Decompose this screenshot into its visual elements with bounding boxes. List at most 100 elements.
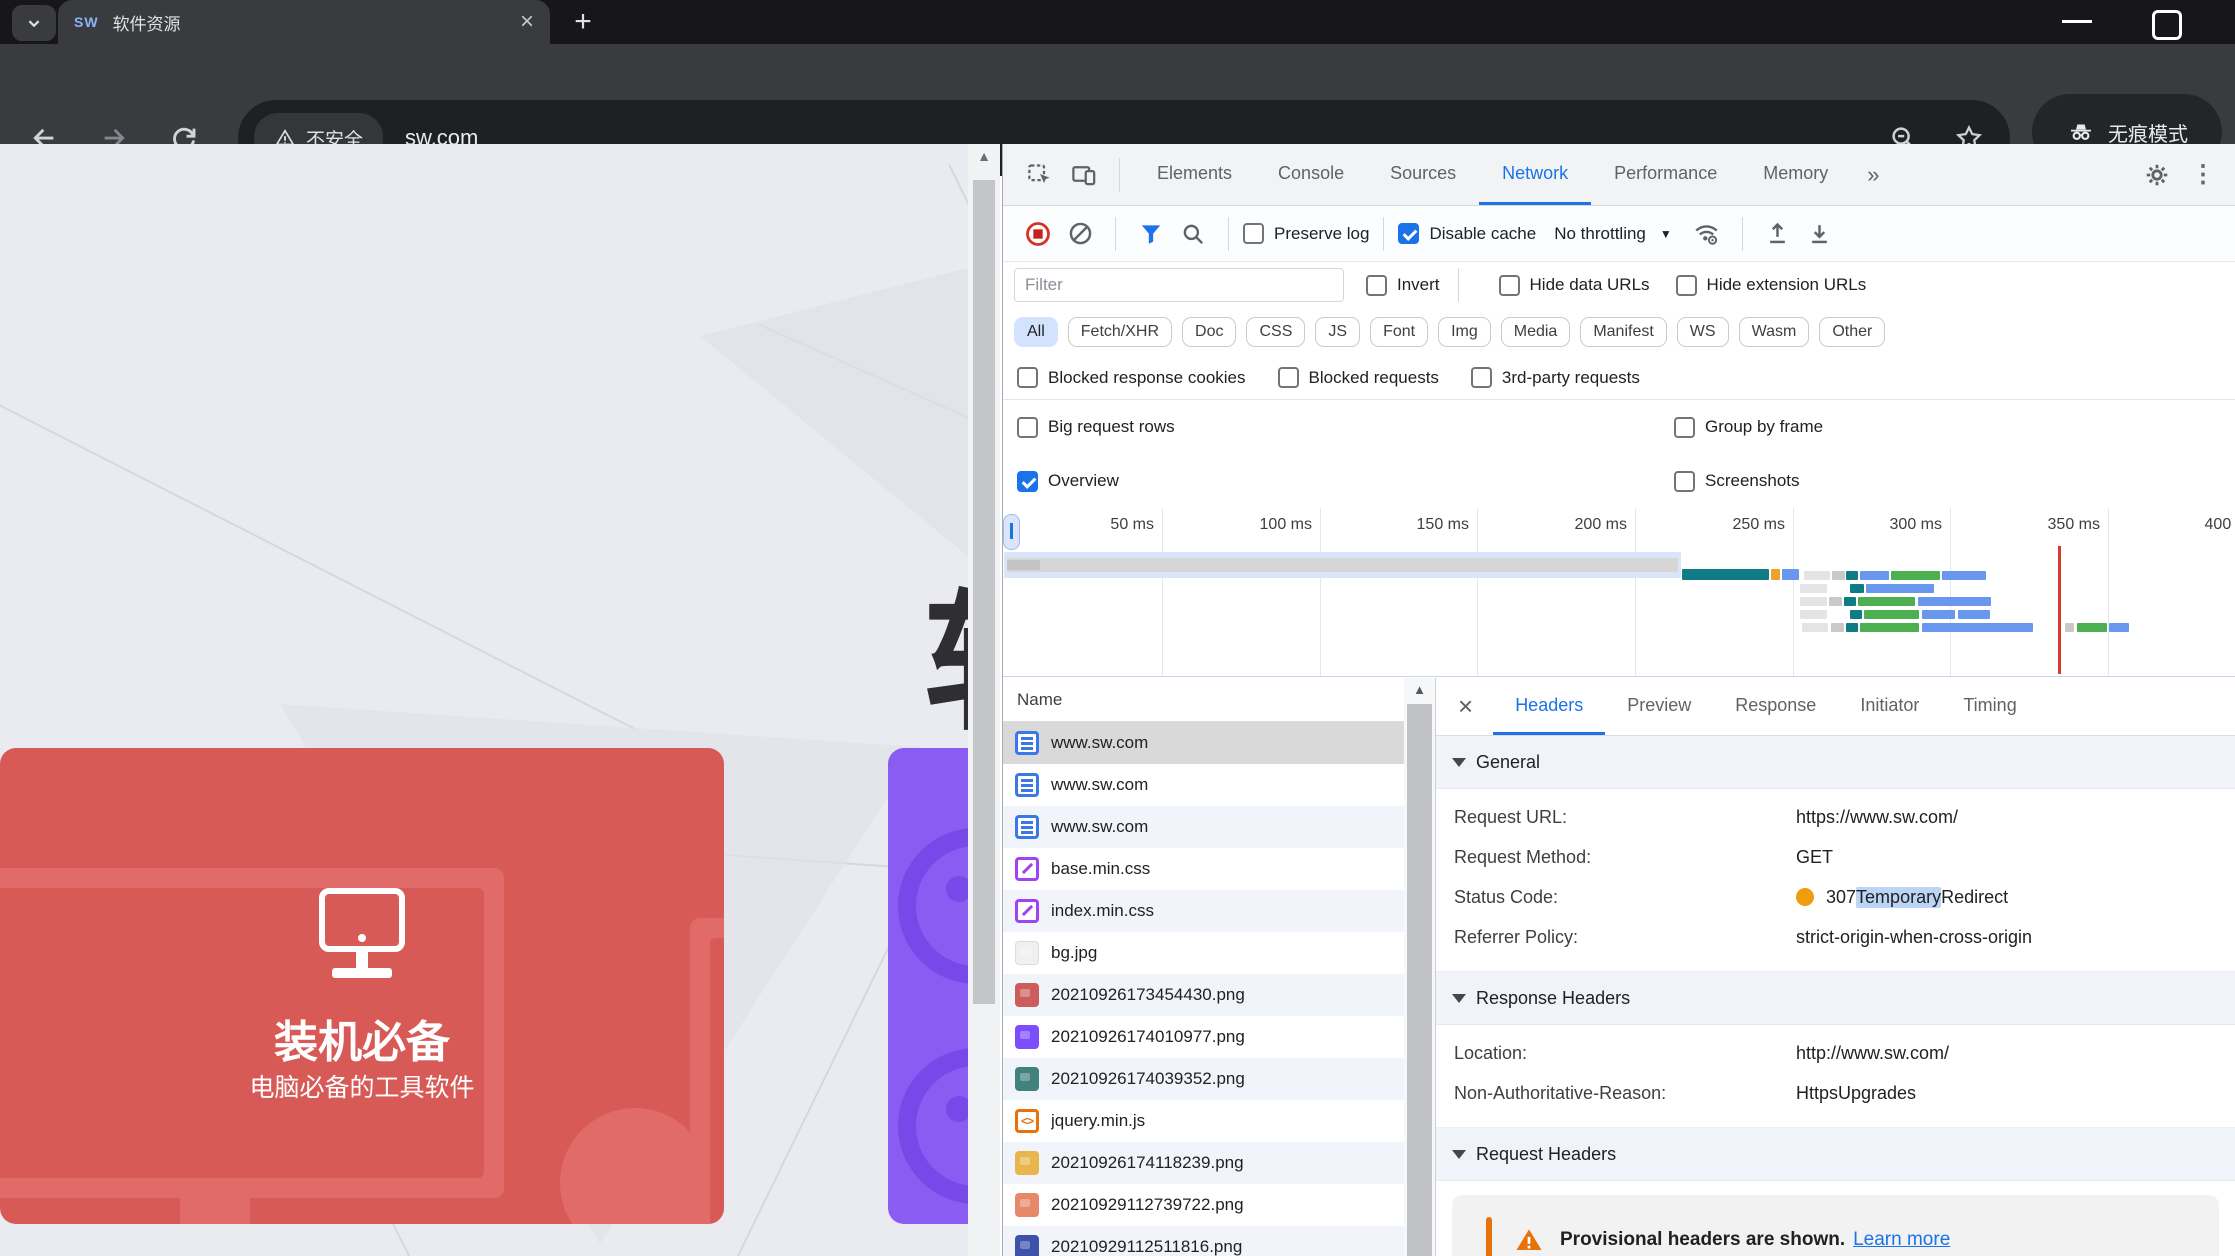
clear-network-log-button[interactable] <box>1059 220 1101 247</box>
request-row[interactable]: www.sw.com <box>1003 806 1404 848</box>
section-header-request-headers[interactable]: Request Headers <box>1436 1128 2235 1181</box>
window-maximize-button[interactable] <box>2152 10 2182 40</box>
details-tab-headers[interactable]: Headers <box>1493 678 1606 735</box>
filter-chip-doc[interactable]: Doc <box>1182 317 1237 347</box>
page-scrollbar[interactable]: ▲ <box>968 144 1000 1256</box>
filter-chip-media[interactable]: Media <box>1500 317 1571 347</box>
blocked-response-cookies-checkbox[interactable] <box>1017 367 1038 388</box>
details-tab-initiator[interactable]: Initiator <box>1838 678 1941 735</box>
request-row[interactable]: index.min.css <box>1003 890 1404 932</box>
name-column-header[interactable]: Name <box>1003 678 1404 722</box>
big-request-rows-checkbox[interactable] <box>1017 416 1038 438</box>
request-row[interactable]: bg.jpg <box>1003 932 1404 974</box>
request-name: 20210929112739722.png <box>1051 1195 1244 1214</box>
scroll-up-arrow-icon[interactable]: ▲ <box>968 148 1000 164</box>
gridline <box>1950 508 1951 676</box>
disable-cache-label[interactable]: Disable cache <box>1429 224 1536 244</box>
network-conditions-button[interactable] <box>1686 219 1728 248</box>
hide-data-urls-label[interactable]: Hide data URLs <box>1530 275 1650 295</box>
section-header-response-headers[interactable]: Response Headers <box>1436 972 2235 1025</box>
hide-extension-urls-checkbox[interactable] <box>1675 274 1697 296</box>
preserve-log-checkbox[interactable] <box>1243 223 1264 244</box>
export-har-button[interactable] <box>1799 220 1841 247</box>
screenshots-label[interactable]: Screenshots <box>1705 471 1800 491</box>
device-toolbar-button[interactable] <box>1061 144 1105 205</box>
screenshots-checkbox[interactable] <box>1674 470 1695 492</box>
filter-chip-img[interactable]: Img <box>1438 317 1491 347</box>
request-list-scrollbar-thumb[interactable] <box>1407 704 1432 1256</box>
filter-chip-fetch-xhr[interactable]: Fetch/XHR <box>1067 317 1173 347</box>
request-row[interactable]: 20210929112739722.png <box>1003 1184 1404 1226</box>
filter-chip-ws[interactable]: WS <box>1676 317 1729 347</box>
scroll-up-arrow-icon[interactable]: ▲ <box>1404 682 1435 697</box>
big-request-rows-label[interactable]: Big request rows <box>1048 417 1175 437</box>
new-tab-button[interactable]: + <box>566 5 600 38</box>
request-row[interactable]: www.sw.com <box>1003 722 1404 764</box>
request-row[interactable]: 20210926174039352.png <box>1003 1058 1404 1100</box>
network-search-button[interactable] <box>1172 221 1214 247</box>
software-card-red[interactable]: 装机必备 电脑必备的工具软件 <box>0 748 724 1224</box>
devtools-tab-performance[interactable]: Performance <box>1591 144 1740 205</box>
devtools-tab-network[interactable]: Network <box>1479 144 1592 205</box>
devtools-tab-sources[interactable]: Sources <box>1367 144 1479 205</box>
preserve-log-label[interactable]: Preserve log <box>1274 224 1369 244</box>
more-tabs-button[interactable]: » <box>1851 144 1895 205</box>
request-row[interactable]: jquery.min.js <box>1003 1100 1404 1142</box>
request-row[interactable]: 20210929112511816.png <box>1003 1226 1404 1256</box>
filter-chip-css[interactable]: CSS <box>1246 317 1306 347</box>
tab-search-button[interactable] <box>12 5 56 41</box>
divider <box>1115 216 1116 251</box>
throttling-dropdown[interactable]: No throttling ▼ <box>1554 224 1672 244</box>
invert-label[interactable]: Invert <box>1397 275 1440 295</box>
overview-checkbox[interactable] <box>1017 470 1038 492</box>
network-overview-strip[interactable]: 50 ms 100 ms 150 ms 200 ms 250 ms 300 ms 350 m… <box>1003 508 2235 677</box>
page-scrollbar-thumb[interactable] <box>973 180 995 1004</box>
invert-checkbox[interactable] <box>1366 274 1387 296</box>
filter-toggle-button[interactable] <box>1130 221 1172 247</box>
filter-chip-font[interactable]: Font <box>1370 317 1429 347</box>
blocked-option-label[interactable]: 3rd-party requests <box>1502 368 1640 388</box>
kebab-menu-icon[interactable]: ⋮ <box>2183 144 2235 205</box>
group-by-frame-label[interactable]: Group by frame <box>1705 417 1823 437</box>
group-by-frame-checkbox[interactable] <box>1674 416 1695 438</box>
disable-cache-checkbox[interactable] <box>1398 223 1420 244</box>
details-tab-response[interactable]: Response <box>1713 678 1838 735</box>
request-row[interactable]: 20210926174010977.png <box>1003 1016 1404 1058</box>
import-har-button[interactable] <box>1757 220 1799 247</box>
request-row[interactable]: 20210926173454430.png <box>1003 974 1404 1016</box>
browser-tab[interactable]: SW 软件资源 × <box>58 0 550 44</box>
hide-extension-urls-label[interactable]: Hide extension URLs <box>1707 275 1867 295</box>
devtools-tab-memory[interactable]: Memory <box>1740 144 1851 205</box>
devtools-tab-console[interactable]: Console <box>1255 144 1367 205</box>
software-card-purple[interactable] <box>888 748 968 1224</box>
blocked-option-label[interactable]: Blocked response cookies <box>1048 368 1246 388</box>
hide-data-urls-checkbox[interactable] <box>1498 274 1520 296</box>
close-details-icon[interactable]: × <box>1436 678 1493 735</box>
filter-chip-all[interactable]: All <box>1014 317 1058 347</box>
devtools-tab-elements[interactable]: Elements <box>1134 144 1255 205</box>
filter-chip-js[interactable]: JS <box>1315 317 1361 347</box>
filter-chip-manifest[interactable]: Manifest <box>1580 317 1667 347</box>
filter-chip-other[interactable]: Other <box>1819 317 1886 347</box>
3rd-party-requests-checkbox[interactable] <box>1470 367 1492 388</box>
filter-input[interactable] <box>1014 268 1344 302</box>
blocked-option-label[interactable]: Blocked requests <box>1309 368 1439 388</box>
overview-label[interactable]: Overview <box>1048 471 1119 491</box>
details-tab-preview[interactable]: Preview <box>1605 678 1713 735</box>
tab-close-icon[interactable]: × <box>520 10 534 34</box>
request-row[interactable]: 20210926174118239.png <box>1003 1142 1404 1184</box>
request-row[interactable]: base.min.css <box>1003 848 1404 890</box>
details-tab-timing[interactable]: Timing <box>1941 678 2038 735</box>
request-row[interactable]: www.sw.com <box>1003 764 1404 806</box>
filter-chip-wasm[interactable]: Wasm <box>1738 317 1810 347</box>
inspect-element-button[interactable] <box>1017 144 1061 205</box>
settings-button[interactable] <box>2131 144 2183 205</box>
learn-more-link[interactable]: Learn more <box>1853 1229 1950 1250</box>
request-list-scrollbar[interactable]: ▲ <box>1404 678 1435 1256</box>
window-minimize-button[interactable] <box>2062 20 2094 24</box>
section-header-general[interactable]: General <box>1436 736 2235 789</box>
overview-left-handle[interactable] <box>1003 514 1020 550</box>
silhouette-circle <box>560 1108 710 1224</box>
record-network-log-button[interactable] <box>1017 220 1059 248</box>
blocked-requests-checkbox[interactable] <box>1277 367 1299 388</box>
